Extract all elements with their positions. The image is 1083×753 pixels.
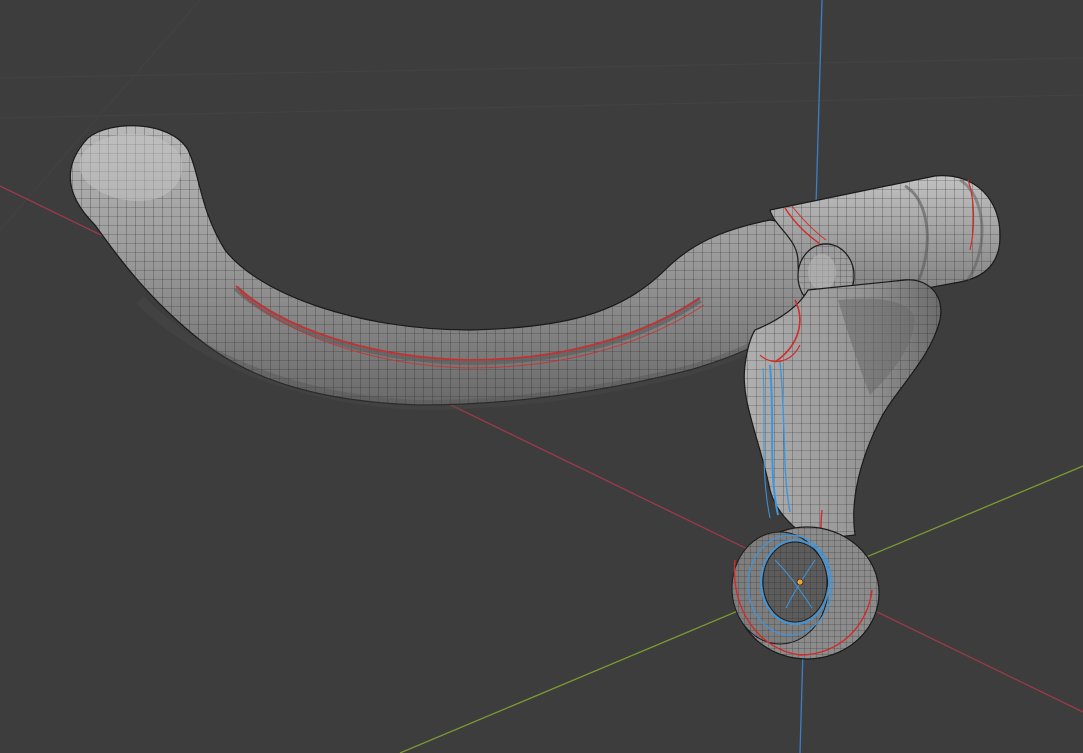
3d-viewport[interactable] bbox=[0, 0, 1083, 753]
brake-lever-mesh[interactable] bbox=[69, 125, 1001, 660]
viewport-canvas bbox=[0, 0, 1083, 753]
object-origin bbox=[796, 578, 804, 586]
lever-blade[interactable] bbox=[69, 125, 815, 411]
pivot-ring[interactable] bbox=[731, 526, 880, 660]
